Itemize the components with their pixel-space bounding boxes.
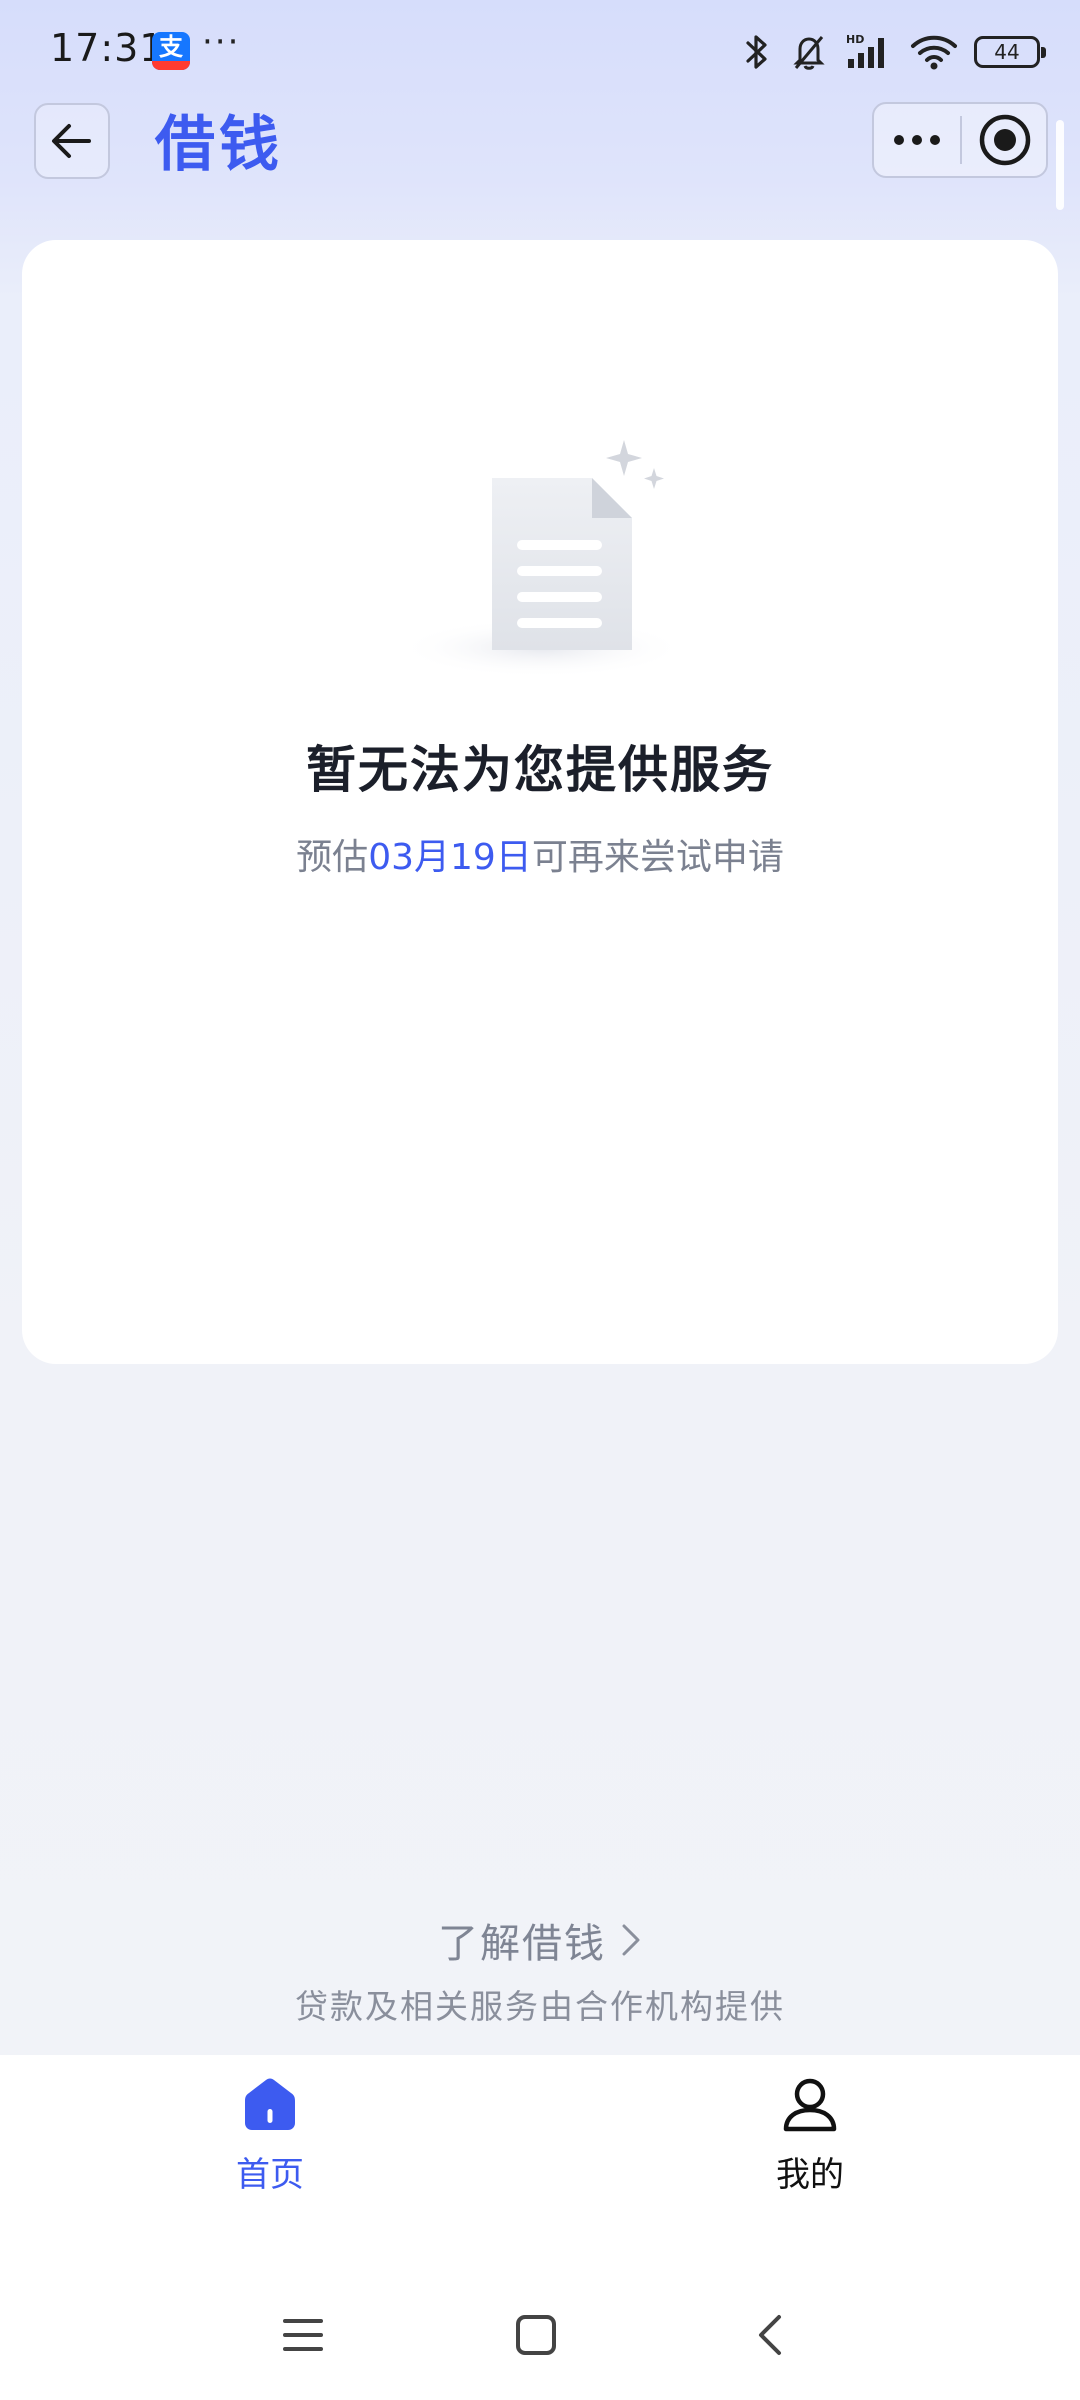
capsule-divider: [960, 116, 962, 164]
empty-state-subtitle: 预估03月19日可再来尝试申请: [22, 828, 1058, 880]
recent-apps-button[interactable]: [268, 2300, 338, 2370]
more-button[interactable]: [874, 104, 960, 176]
chevron-left-icon: [759, 2315, 781, 2355]
scroll-indicator: [1056, 120, 1064, 210]
chevron-right-icon: [622, 1924, 640, 1956]
tab-home-label: 首页: [236, 2155, 304, 2195]
wifi-icon: [911, 35, 957, 70]
page-title: 借钱: [155, 110, 283, 180]
status-bar: 17:31 支 ··· HD 44: [0, 0, 1080, 100]
empty-state-card: 暂无法为您提供服务 预估03月19日可再来尝试申请: [22, 240, 1058, 1364]
status-time: 17:31: [50, 26, 165, 70]
cellular-signal-icon: HD: [846, 33, 884, 68]
square-icon: [516, 2315, 556, 2355]
record-target-icon: [979, 114, 1031, 166]
learn-more-link[interactable]: 了解借钱: [0, 1910, 1080, 1970]
empty-state-title: 暂无法为您提供服务: [306, 741, 774, 799]
mini-program-capsule: [872, 102, 1048, 178]
notification-overflow: ···: [202, 22, 241, 62]
retry-date: 03月19日: [368, 837, 532, 878]
menu-lines-icon: [283, 2319, 323, 2351]
system-navigation-bar: [0, 2300, 1080, 2370]
app-badge-glyph: 支: [159, 33, 183, 61]
system-back-button[interactable]: [735, 2300, 805, 2370]
tab-home[interactable]: 首页: [160, 2075, 380, 2215]
disclaimer-text: 贷款及相关服务由合作机构提供: [295, 1987, 785, 2026]
back-button[interactable]: [34, 103, 110, 179]
battery-level: 44: [994, 40, 1020, 64]
mute-bell-icon: [793, 36, 825, 70]
tab-mine-label: 我的: [776, 2155, 844, 2195]
subtitle-suffix: 可再来尝试申请: [531, 837, 784, 878]
close-mini-program-button[interactable]: [964, 104, 1046, 176]
tab-mine[interactable]: 我的: [700, 2075, 920, 2215]
alipay-app-icon: 支: [152, 32, 190, 70]
home-icon: [245, 2078, 295, 2130]
battery-indicator: 44: [974, 36, 1046, 68]
learn-more-label: 了解借钱: [438, 1921, 606, 1967]
user-icon: [783, 2078, 837, 2132]
bluetooth-icon: [746, 35, 767, 69]
more-dots-icon: [894, 135, 940, 145]
empty-document-icon: [397, 440, 687, 678]
system-home-button[interactable]: [501, 2300, 571, 2370]
arrow-left-icon: [52, 124, 91, 158]
status-icons: HD 44: [740, 30, 1046, 74]
subtitle-prefix: 预估: [296, 837, 369, 878]
network-label: HD: [846, 33, 864, 46]
